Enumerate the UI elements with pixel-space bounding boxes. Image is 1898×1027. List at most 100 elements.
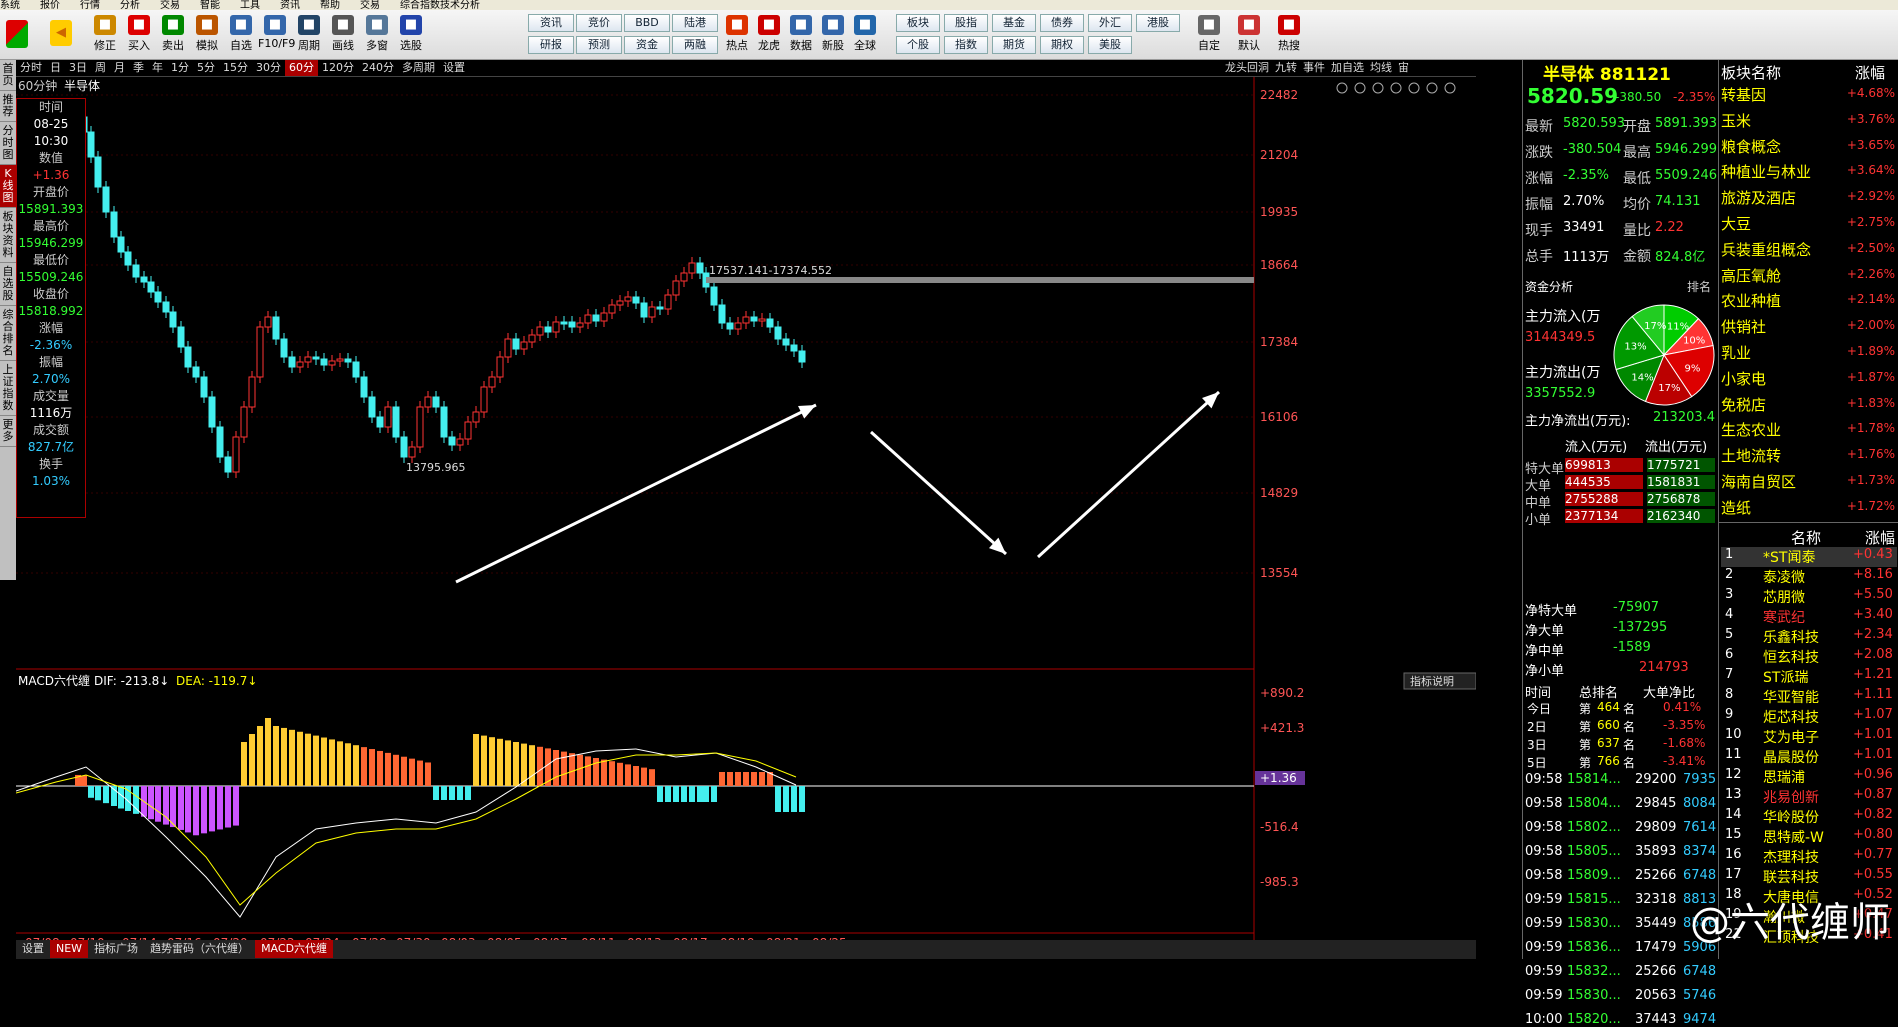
market-button[interactable]: 板块 [896, 14, 940, 32]
stock-row[interactable]: 15 思特威-W +0.80 [1721, 827, 1897, 847]
market-button[interactable]: 基金 [992, 14, 1036, 32]
sector-row[interactable]: 生态农业 +1.78% [1721, 419, 1897, 445]
market-button[interactable]: 外汇 [1088, 14, 1132, 32]
hot-button[interactable]: ■ 热搜 [1272, 14, 1306, 58]
sector-row[interactable]: 小家电 +1.87% [1721, 368, 1897, 394]
menu-item[interactable]: 帮助 [320, 1, 340, 11]
globe-button[interactable]: ■ 全球 [848, 14, 882, 58]
stock-row[interactable]: 17 联芸科技 +0.55 [1721, 867, 1897, 887]
sector-row[interactable]: 大豆 +2.75% [1721, 213, 1897, 239]
fund-rank-button[interactable]: 排名 [1687, 278, 1711, 295]
stock-row[interactable]: 16 杰理科技 +0.77 [1721, 847, 1897, 867]
quick-button[interactable]: 竞价 [576, 14, 622, 32]
dragon-button[interactable]: ■ 龙虎 [752, 14, 786, 58]
sector-row[interactable]: 高压氧舱 +2.26% [1721, 265, 1897, 291]
chart-tab[interactable]: 宙 [1395, 60, 1412, 76]
menu-item[interactable]: 系统 [0, 1, 20, 11]
stock-row[interactable]: 14 华岭股份 +0.82 [1721, 807, 1897, 827]
period-tab[interactable]: 设置 [439, 60, 469, 76]
chart-tab[interactable]: 龙头回洞 [1222, 60, 1272, 76]
sector-row[interactable]: 玉米 +3.76% [1721, 110, 1897, 136]
period-tab[interactable]: 周 [91, 60, 110, 76]
market-button[interactable]: 指数 [944, 36, 988, 54]
up-button[interactable]: ■ 修正 [88, 14, 122, 58]
stock-row[interactable]: 10 艾为电子 +1.01 [1721, 727, 1897, 747]
period-tab[interactable]: 年 [148, 60, 167, 76]
quick-button[interactable]: 预测 [576, 36, 622, 54]
menu-item[interactable]: 交易 [160, 1, 180, 11]
quick-button[interactable]: 资讯 [528, 14, 574, 32]
pe-button[interactable]: ■ 数据 [784, 14, 818, 58]
menu-item[interactable]: 分析 [120, 1, 140, 11]
status-tab[interactable]: 趋势雷码（六代缠） [144, 940, 255, 958]
menu-item[interactable]: 交易 [360, 1, 380, 11]
sector-row[interactable]: 转基因 +4.68% [1721, 84, 1897, 110]
stock-row[interactable]: 12 思瑞浦 +0.96 [1721, 767, 1897, 787]
period-tab[interactable]: 3日 [65, 60, 91, 76]
hammer-button[interactable]: ■ 模拟 [190, 14, 224, 58]
menu-item[interactable]: 工具 [240, 1, 260, 11]
left-tab[interactable]: 首页 [0, 60, 16, 91]
left-tab[interactable]: 分时图 [0, 122, 16, 165]
left-tab[interactable]: 上证指数 [0, 361, 16, 416]
sector-row[interactable]: 供销社 +2.00% [1721, 316, 1897, 342]
sector-row[interactable]: 兵装重组概念 +2.50% [1721, 239, 1897, 265]
doc-button[interactable]: ■ 新股 [816, 14, 850, 58]
f10-button[interactable]: ■ F10/F9 [258, 14, 295, 58]
period-tab[interactable]: 日 [46, 60, 65, 76]
period-tab[interactable]: 月 [110, 60, 129, 76]
sector-row[interactable]: 造纸 +1.72% [1721, 497, 1897, 523]
period-tab[interactable]: 5分 [193, 60, 219, 76]
chart-tab[interactable]: 九转 [1272, 60, 1300, 76]
status-tab[interactable]: NEW [50, 940, 89, 958]
pencil-button[interactable]: ■ 画线 [326, 14, 360, 58]
period-tab[interactable]: 240分 [358, 60, 398, 76]
left-tab[interactable]: K线图 [0, 165, 16, 208]
sell-button[interactable]: ■ 卖出 [156, 14, 190, 58]
left-tab[interactable]: 更多 [0, 416, 16, 447]
sector-row[interactable]: 粮食概念 +3.65% [1721, 136, 1897, 162]
menu-item[interactable]: 报价 [40, 1, 60, 11]
menu-item[interactable]: 行情 [80, 1, 100, 11]
quick-button[interactable]: 资金 [624, 36, 670, 54]
chart-tab[interactable]: 加自选 [1328, 60, 1367, 76]
period-tab[interactable]: 30分 [252, 60, 285, 76]
market-button[interactable]: 期权 [1040, 36, 1084, 54]
left-tab[interactable]: 板块资料 [0, 208, 16, 263]
back-icon[interactable]: ◀ [44, 14, 78, 58]
stock-row[interactable]: 4 寒武纪 +3.40 [1721, 607, 1897, 627]
quick-button[interactable]: 研报 [528, 36, 574, 54]
stock-row[interactable]: 6 恒玄科技 +2.08 [1721, 647, 1897, 667]
menu-item[interactable]: 智能 [200, 1, 220, 11]
sector-row[interactable]: 旅游及酒店 +2.92% [1721, 187, 1897, 213]
chart-tab[interactable]: 事件 [1300, 60, 1328, 76]
market-button[interactable]: 个股 [896, 36, 940, 54]
buy-button[interactable]: ■ 买入 [122, 14, 156, 58]
stock-row[interactable]: 1 *ST闻泰 +0.43 [1721, 547, 1897, 567]
search-button[interactable]: ■ 选股 [394, 14, 428, 58]
market-button[interactable]: 股指 [944, 14, 988, 32]
quick-button[interactable]: BBD [624, 14, 670, 32]
kline-chart[interactable]: 60分钟 半导体 22482 21204 19935 18664 17384 16106 148… [16, 77, 1476, 940]
left-tab[interactable]: 自选股 [0, 263, 16, 306]
market-button[interactable]: 债券 [1040, 14, 1084, 32]
period-tab[interactable]: 1分 [167, 60, 193, 76]
fire-button[interactable]: ■ 热点 [720, 14, 754, 58]
stock-row[interactable]: 3 芯朋微 +5.50 [1721, 587, 1897, 607]
market-button[interactable]: 期货 [992, 36, 1036, 54]
stock-row[interactable]: 2 泰凌微 +8.16 [1721, 567, 1897, 587]
menu-item[interactable]: 综合指数技术分析 [400, 1, 480, 11]
stock-row[interactable]: 9 炬芯科技 +1.07 [1721, 707, 1897, 727]
sector-row[interactable]: 免税店 +1.83% [1721, 394, 1897, 420]
status-tab[interactable]: 指标广场 [88, 940, 144, 958]
stock-row[interactable]: 7 ST派瑞 +1.21 [1721, 667, 1897, 687]
quick-button[interactable]: 陆港 [672, 14, 718, 32]
period-tab[interactable]: 15分 [219, 60, 252, 76]
sector-row[interactable]: 农业种植 +2.14% [1721, 290, 1897, 316]
home-button[interactable]: ■ 默认 [1232, 14, 1266, 58]
stock-row[interactable]: 11 晶晨股份 +1.01 [1721, 747, 1897, 767]
market-button[interactable]: 美股 [1088, 36, 1132, 54]
period-tab[interactable]: 多周期 [398, 60, 439, 76]
period-tab[interactable]: 分时 [16, 60, 46, 76]
left-tab[interactable]: 综合排名 [0, 306, 16, 361]
